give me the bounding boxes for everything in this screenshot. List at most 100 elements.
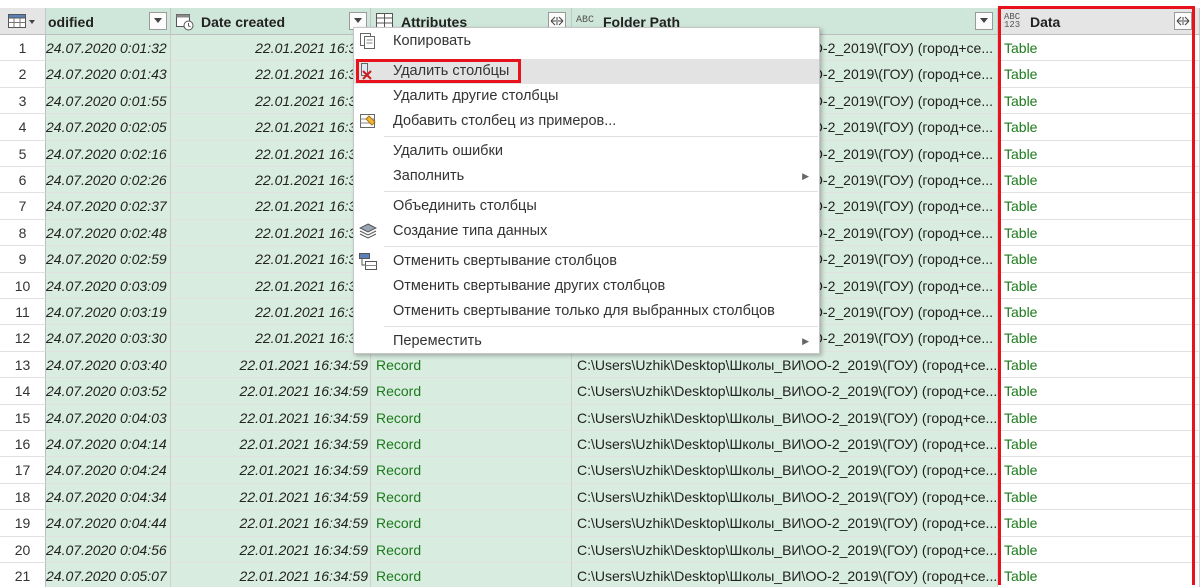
data-cell[interactable]: Table	[998, 351, 1200, 379]
folder-path-cell[interactable]: C:\Users\Uzhik\Desktop\Школы_ВИ\OO-2_201…	[572, 510, 998, 537]
folder-path-cell[interactable]: C:\Users\Uzhik\Desktop\Школы_ВИ\OO-2_201…	[572, 378, 998, 405]
date-modified-cell[interactable]: 24.07.2020 0:02:16	[46, 140, 171, 167]
date-created-cell[interactable]: 22.01.2021 16:34:	[171, 167, 371, 194]
data-cell[interactable]: Table	[998, 114, 1200, 141]
data-cell[interactable]: Table	[998, 378, 1200, 405]
date-modified-cell[interactable]: 24.07.2020 0:01:32	[46, 35, 171, 62]
date-created-cell[interactable]: 22.01.2021 16:34:59	[171, 483, 371, 511]
date-created-cell[interactable]: 22.01.2021 16:34:	[171, 140, 371, 167]
date-modified-cell[interactable]: 24.07.2020 0:03:09	[46, 272, 171, 299]
date-modified-cell[interactable]: 24.07.2020 0:05:07	[46, 563, 171, 587]
column-header-date-created[interactable]: Date created	[171, 8, 371, 35]
date-modified-cell[interactable]: 24.07.2020 0:02:26	[46, 167, 171, 194]
attributes-cell[interactable]: Record	[371, 457, 572, 484]
date-modified-cell[interactable]: 24.07.2020 0:04:44	[46, 510, 171, 537]
menu-item-create-data-type[interactable]: Создание типа данных	[354, 219, 819, 244]
data-cell[interactable]: Table	[998, 61, 1200, 88]
date-modified-cell[interactable]: 24.07.2020 0:02:48	[46, 219, 171, 247]
data-cell[interactable]: Table	[998, 299, 1200, 326]
date-created-cell[interactable]: 22.01.2021 16:34:	[171, 193, 371, 220]
attributes-cell[interactable]: Record	[371, 351, 572, 379]
date-modified-cell[interactable]: 24.07.2020 0:04:56	[46, 536, 171, 563]
date-modified-cell[interactable]: 24.07.2020 0:04:24	[46, 457, 171, 484]
date-modified-cell[interactable]: 24.07.2020 0:04:34	[46, 483, 171, 511]
date-modified-cell[interactable]: 24.07.2020 0:04:03	[46, 404, 171, 431]
data-cell[interactable]: Table	[998, 483, 1200, 511]
date-created-cell[interactable]: 22.01.2021 16:34:59	[171, 563, 371, 587]
date-created-cell[interactable]: 22.01.2021 16:34:59	[171, 404, 371, 431]
data-cell[interactable]: Table	[998, 510, 1200, 537]
data-cell[interactable]: Table	[998, 219, 1200, 247]
date-created-cell[interactable]: 22.01.2021 16:34:	[171, 219, 371, 247]
menu-item-unpivot-columns[interactable]: Отменить свертывание столбцов	[354, 249, 819, 274]
folder-path-cell[interactable]: C:\Users\Uzhik\Desktop\Школы_ВИ\OO-2_201…	[572, 457, 998, 484]
date-created-cell[interactable]: 22.01.2021 16:34:59	[171, 536, 371, 563]
menu-item-copy[interactable]: Копировать	[354, 29, 819, 54]
data-cell[interactable]: Table	[998, 325, 1200, 352]
folder-path-cell[interactable]: C:\Users\Uzhik\Desktop\Школы_ВИ\OO-2_201…	[572, 536, 998, 563]
date-created-cell[interactable]: 22.01.2021 16:34:	[171, 325, 371, 352]
date-modified-cell[interactable]: 24.07.2020 0:01:55	[46, 87, 171, 115]
attributes-cell[interactable]: Record	[371, 510, 572, 537]
attributes-cell[interactable]: Record	[371, 563, 572, 587]
date-modified-cell[interactable]: 24.07.2020 0:02:59	[46, 246, 171, 273]
date-created-cell[interactable]: 22.01.2021 16:34:	[171, 246, 371, 273]
data-cell[interactable]: Table	[998, 431, 1200, 458]
date-modified-cell[interactable]: 24.07.2020 0:02:05	[46, 114, 171, 141]
data-cell[interactable]: Table	[998, 167, 1200, 194]
menu-item-remove-errors[interactable]: Удалить ошибки	[354, 139, 819, 164]
menu-item-delete-other-columns[interactable]: Удалить другие столбцы	[354, 84, 819, 109]
date-modified-cell[interactable]: 24.07.2020 0:03:40	[46, 351, 171, 379]
attributes-cell[interactable]: Record	[371, 404, 572, 431]
date-created-cell[interactable]: 22.01.2021 16:34:	[171, 35, 371, 62]
folder-path-cell[interactable]: C:\Users\Uzhik\Desktop\Школы_ВИ\OO-2_201…	[572, 483, 998, 511]
data-cell[interactable]: Table	[998, 563, 1200, 587]
folder-path-cell[interactable]: C:\Users\Uzhik\Desktop\Школы_ВИ\OO-2_201…	[572, 404, 998, 431]
table-row: 16 24.07.2020 0:04:14 22.01.2021 16:34:59 R…	[0, 431, 1200, 458]
menu-item-unpivot-selected-columns[interactable]: Отменить свертывание только для выбранны…	[354, 299, 819, 324]
data-cell[interactable]: Table	[998, 35, 1200, 62]
attributes-cell[interactable]: Record	[371, 378, 572, 405]
data-cell[interactable]: Table	[998, 272, 1200, 299]
date-created-cell[interactable]: 22.01.2021 16:34:	[171, 272, 371, 299]
data-cell[interactable]: Table	[998, 536, 1200, 563]
menu-item-merge-columns[interactable]: Объединить столбцы	[354, 194, 819, 219]
table-corner-menu[interactable]	[0, 8, 46, 35]
date-created-cell[interactable]: 22.01.2021 16:34:	[171, 87, 371, 115]
date-created-cell[interactable]: 22.01.2021 16:34:59	[171, 378, 371, 405]
menu-item-unpivot-other-columns[interactable]: Отменить свертывание других столбцов	[354, 274, 819, 299]
folder-path-cell[interactable]: C:\Users\Uzhik\Desktop\Школы_ВИ\OO-2_201…	[572, 563, 998, 587]
date-created-cell[interactable]: 22.01.2021 16:34:	[171, 299, 371, 326]
date-created-cell[interactable]: 22.01.2021 16:34:	[171, 114, 371, 141]
attributes-cell[interactable]: Record	[371, 483, 572, 511]
date-created-cell[interactable]: 22.01.2021 16:34:59	[171, 457, 371, 484]
filter-dropdown-button[interactable]	[149, 12, 167, 30]
menu-item-add-column-from-examples[interactable]: Добавить столбец из примеров...	[354, 109, 819, 134]
attributes-cell[interactable]: Record	[371, 431, 572, 458]
date-created-cell[interactable]: 22.01.2021 16:34:59	[171, 431, 371, 458]
menu-item-move[interactable]: Переместить ▶	[354, 329, 819, 354]
date-created-cell[interactable]: 22.01.2021 16:34:	[171, 61, 371, 88]
expand-column-button[interactable]	[1174, 12, 1192, 30]
date-created-cell[interactable]: 22.01.2021 16:34:59	[171, 510, 371, 537]
data-cell[interactable]: Table	[998, 87, 1200, 115]
column-header-date-modified[interactable]: odified	[46, 8, 171, 35]
date-created-cell[interactable]: 22.01.2021 16:34:59	[171, 351, 371, 379]
data-cell[interactable]: Table	[998, 246, 1200, 273]
date-modified-cell[interactable]: 24.07.2020 0:03:19	[46, 299, 171, 326]
filter-dropdown-button[interactable]	[975, 12, 993, 30]
date-modified-cell[interactable]: 24.07.2020 0:01:43	[46, 61, 171, 88]
attributes-cell[interactable]: Record	[371, 536, 572, 563]
data-cell[interactable]: Table	[998, 140, 1200, 167]
data-cell[interactable]: Table	[998, 404, 1200, 431]
date-modified-cell[interactable]: 24.07.2020 0:04:14	[46, 431, 171, 458]
date-modified-cell[interactable]: 24.07.2020 0:02:37	[46, 193, 171, 220]
data-cell[interactable]: Table	[998, 193, 1200, 220]
folder-path-cell[interactable]: C:\Users\Uzhik\Desktop\Школы_ВИ\OO-2_201…	[572, 351, 998, 379]
date-modified-cell[interactable]: 24.07.2020 0:03:30	[46, 325, 171, 352]
menu-item-fill[interactable]: Заполнить ▶	[354, 164, 819, 189]
data-cell[interactable]: Table	[998, 457, 1200, 484]
folder-path-cell[interactable]: C:\Users\Uzhik\Desktop\Школы_ВИ\OO-2_201…	[572, 431, 998, 458]
date-modified-cell[interactable]: 24.07.2020 0:03:52	[46, 378, 171, 405]
column-header-data[interactable]: ABC 123 Data	[998, 8, 1200, 35]
